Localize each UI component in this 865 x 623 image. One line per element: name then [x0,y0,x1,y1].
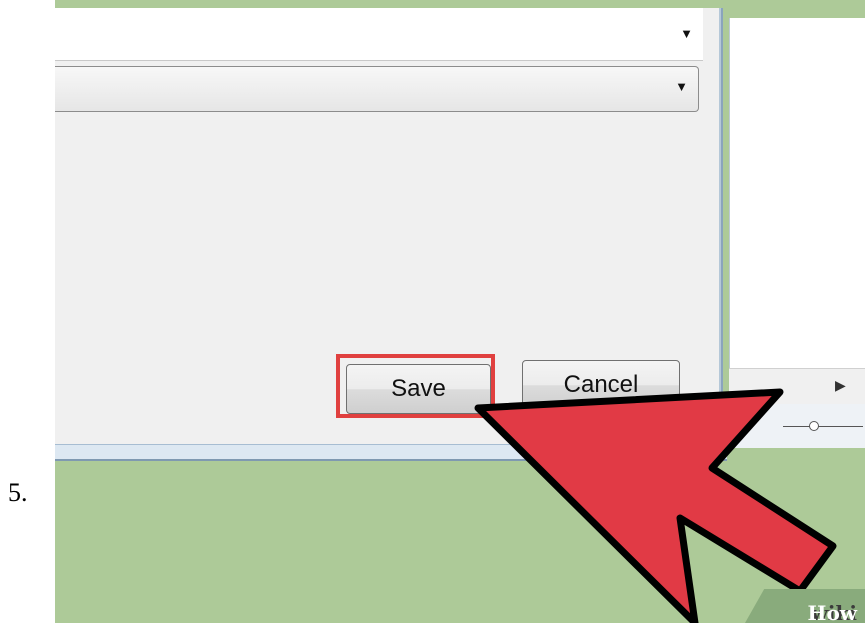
screenshot-canvas: ▼ ▼ Save Cancel ▶ wiki How [55,0,865,623]
pointer-arrow-icon [474,388,837,623]
wikihow-watermark: wiki How [745,589,865,623]
wikihow-how-text: How [807,601,857,623]
step-number: 5. [8,478,28,507]
